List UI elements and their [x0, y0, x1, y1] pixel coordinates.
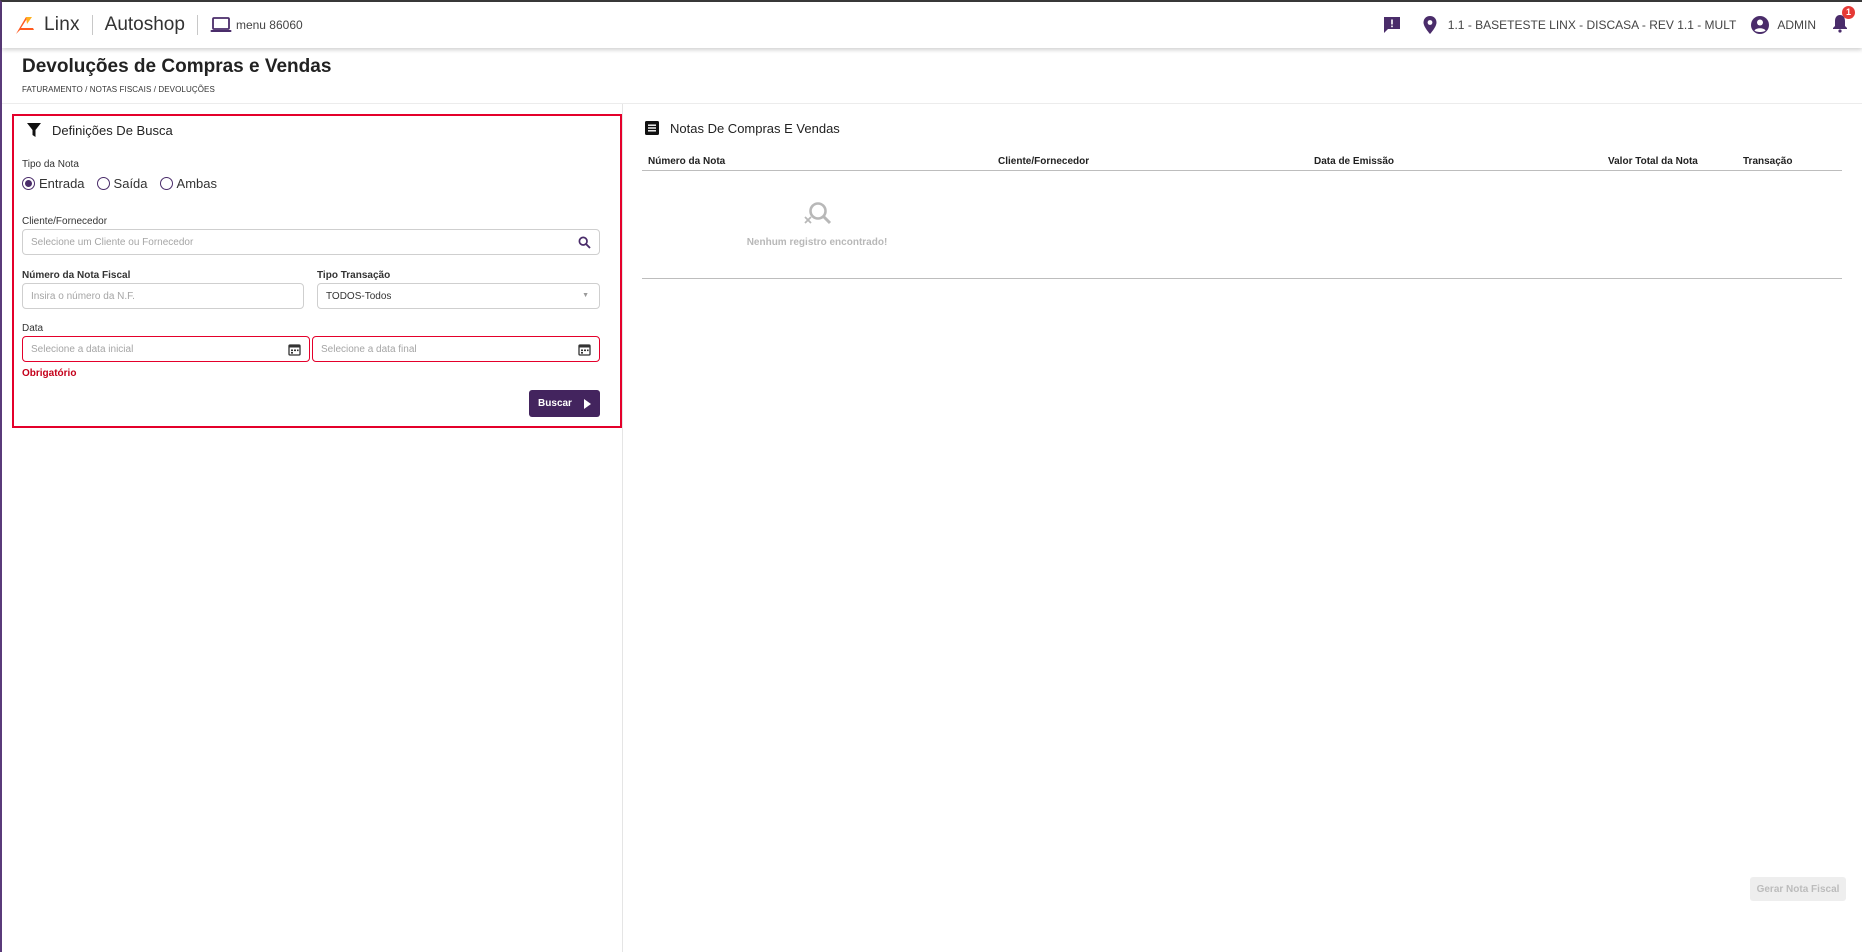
tipo-transacao-select[interactable]: TODOS-Todos ▼ [317, 283, 600, 309]
radio-circle [96, 177, 110, 190]
column-header-data-emissao[interactable]: Data de Emissão [1314, 156, 1394, 167]
buscar-label: Buscar [538, 398, 572, 409]
play-icon [583, 398, 591, 409]
tipo-nota-radio-group: Entrada Saída Ambas [22, 176, 229, 191]
store-selector[interactable]: 1.1 - BASETESTE LINX - DISCASA - REV 1.1… [1448, 18, 1737, 32]
radio-ambas[interactable]: Ambas [159, 176, 217, 191]
user-name[interactable]: ADMIN [1777, 18, 1816, 32]
results-title: Notas De Compras E Vendas [644, 120, 840, 136]
gerar-nota-fiscal-button[interactable]: Gerar Nota Fiscal [1750, 877, 1846, 901]
notification-badge: 1 [1842, 5, 1855, 19]
data-inicial-placeholder: Selecione a data inicial [31, 343, 134, 355]
radio-saida[interactable]: Saída [96, 176, 148, 191]
cliente-placeholder: Selecione um Cliente ou Fornecedor [31, 236, 194, 248]
data-label: Data [22, 323, 44, 334]
chevron-down-icon: ▼ [582, 292, 589, 299]
brand-name: Linx [44, 14, 80, 35]
menu-code-label: menu 86060 [235, 18, 303, 32]
tipo-nota-label: Tipo da Nota [22, 159, 79, 170]
brand[interactable]: Linx [14, 14, 80, 36]
divider [196, 15, 198, 35]
cliente-label: Cliente/Fornecedor [22, 216, 108, 227]
header-divider [2, 103, 1862, 104]
numero-nf-placeholder: Insira o número da N.F. [31, 290, 135, 302]
panel-title: Definições De Busca [26, 122, 173, 138]
page-title: Devoluções de Compras e Vendas [22, 56, 332, 77]
results-title-text: Notas De Compras E Vendas [670, 120, 840, 136]
empty-state: Nenhum registro encontrado! [692, 200, 942, 248]
column-header-cliente[interactable]: Cliente/Fornecedor [998, 156, 1089, 167]
search-icon[interactable] [578, 236, 591, 249]
calendar-icon[interactable] [288, 343, 301, 356]
search-definitions-panel: Definições De Busca Tipo da Nota Entrada… [12, 114, 622, 428]
radio-entrada[interactable]: Entrada [22, 176, 85, 191]
page-header: Devoluções de Compras e Vendas FATURAMEN… [22, 56, 331, 94]
notifications[interactable]: 1 [1830, 5, 1855, 38]
cliente-field[interactable]: Selecione um Cliente ou Fornecedor [22, 229, 600, 255]
divider [91, 15, 93, 35]
panel-title-text: Definições De Busca [52, 122, 173, 138]
account-circle-icon[interactable] [1750, 15, 1770, 35]
required-error-message: Obrigatório [22, 368, 77, 379]
menu-code[interactable]: menu 86060 [210, 16, 303, 34]
numero-nf-label: Número da Nota Fiscal [22, 270, 131, 281]
filter-icon [27, 123, 41, 137]
top-bar: Linx Autoshop menu 86060 1.1 - BASETESTE… [2, 2, 1862, 48]
column-header-numero[interactable]: Número da Nota [648, 156, 725, 167]
radio-circle [159, 177, 173, 190]
radio-dot [25, 180, 32, 187]
radio-label: Ambas [176, 176, 217, 191]
data-inicial-field[interactable]: Selecione a data inicial [22, 336, 310, 362]
buscar-button[interactable]: Buscar [529, 390, 600, 417]
radio-circle [22, 177, 35, 190]
results-table-header: Número da Nota Cliente/Fornecedor Data d… [642, 154, 1842, 171]
empty-message: Nenhum registro encontrado! [746, 237, 888, 248]
column-header-transacao[interactable]: Transação [1743, 156, 1792, 167]
calendar-icon[interactable] [578, 343, 591, 356]
product-name: Autoshop [104, 14, 185, 35]
top-right-actions: 1.1 - BASETESTE LINX - DISCASA - REV 1.1… [1382, 2, 1862, 48]
list-icon [645, 121, 659, 135]
linx-logo-icon [16, 17, 34, 34]
table-bottom-divider [642, 278, 1842, 279]
column-header-valor-total[interactable]: Valor Total da Nota [1608, 156, 1698, 167]
data-final-placeholder: Selecione a data final [321, 343, 417, 355]
search-off-icon [804, 202, 832, 225]
radio-label: Entrada [39, 176, 85, 191]
tipo-transacao-value: TODOS-Todos [326, 290, 392, 302]
feedback-icon[interactable] [1382, 15, 1402, 35]
radio-label: Saída [113, 176, 148, 191]
data-final-field[interactable]: Selecione a data final [312, 336, 600, 362]
tipo-transacao-label: Tipo Transação [317, 270, 391, 281]
column-divider [622, 104, 623, 952]
gerar-nota-fiscal-label: Gerar Nota Fiscal [1756, 883, 1840, 895]
numero-nf-field[interactable]: Insira o número da N.F. [22, 283, 304, 309]
breadcrumb: FATURAMENTO / NOTAS FISCAIS / DEVOLUÇÕES [22, 85, 215, 94]
laptop-icon [210, 17, 232, 32]
location-pin-icon [1423, 16, 1437, 34]
